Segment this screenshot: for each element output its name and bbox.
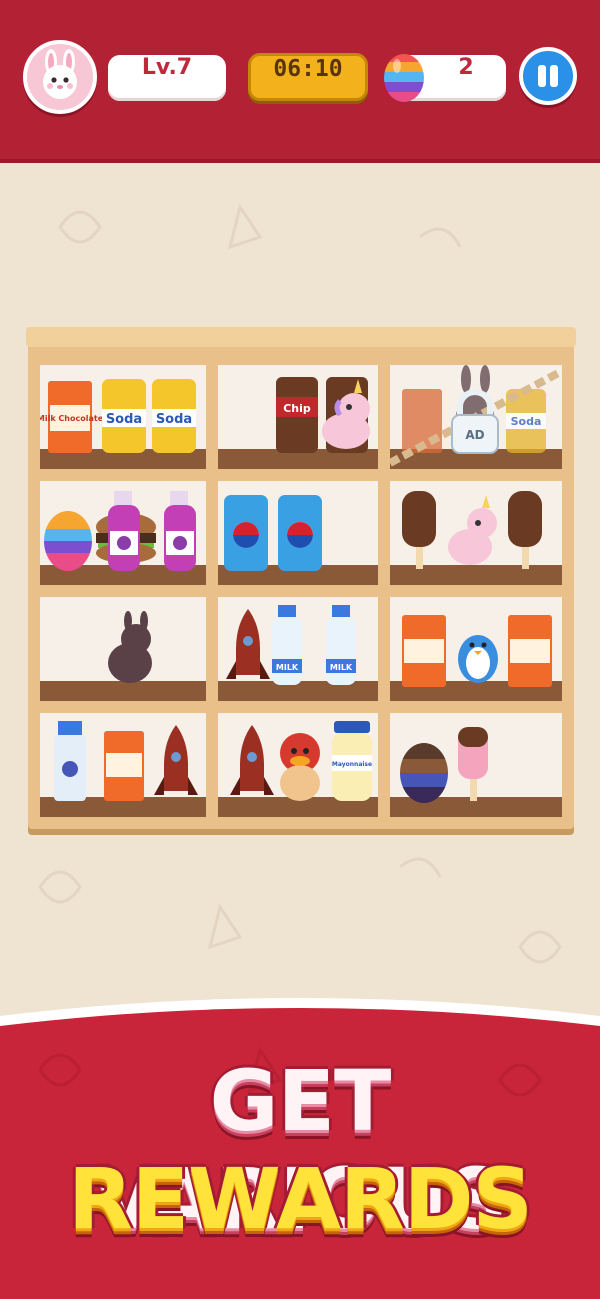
- svg-text:Soda: Soda: [511, 415, 542, 428]
- mayonnaise-jar[interactable]: Mayonnaise: [332, 721, 372, 801]
- shelf-cell-8[interactable]: MILK MILK: [218, 597, 378, 701]
- svg-text:Soda: Soda: [106, 412, 142, 427]
- pause-bar-icon: [538, 65, 546, 87]
- svg-text:MILK: MILK: [276, 663, 299, 672]
- shelf-cell-9[interactable]: [390, 597, 562, 701]
- chocolate-ice-cream[interactable]: [402, 491, 436, 569]
- soda-can[interactable]: Soda: [102, 379, 146, 453]
- shelf-cell-5[interactable]: [218, 481, 378, 585]
- rocket[interactable]: [230, 725, 274, 795]
- shelf-top-board: [26, 327, 576, 347]
- ice-cream[interactable]: [458, 727, 488, 801]
- grape-juice-bottle[interactable]: [164, 491, 196, 571]
- shelf-cell-6[interactable]: [390, 481, 562, 585]
- blueberry-milk[interactable]: [54, 721, 86, 801]
- bunny-toy[interactable]: [108, 611, 152, 683]
- chip-can[interactable]: Chip: [276, 377, 318, 453]
- rainbow-egg[interactable]: [40, 511, 100, 573]
- milk-chocolate-box[interactable]: [104, 731, 144, 801]
- shelf-cell-3-locked[interactable]: Soda AD: [390, 365, 562, 469]
- shelf-unit: Milk Chocolate Soda Soda Chip Soda AD MI…: [26, 327, 576, 829]
- milk-chocolate-box[interactable]: [508, 615, 552, 687]
- svg-text:Mayonnaise: Mayonnaise: [332, 761, 372, 768]
- timer-label: 06:10: [273, 56, 343, 82]
- cola-can[interactable]: [278, 495, 322, 571]
- chocolate-ice-cream[interactable]: [508, 491, 542, 569]
- top-hud-bar: Lv.7 06:10 2: [0, 0, 600, 163]
- svg-text:Chip: Chip: [283, 402, 311, 415]
- shelf-cell-1[interactable]: Milk Chocolate Soda Soda: [40, 365, 206, 469]
- grape-juice-bottle[interactable]: [108, 491, 140, 571]
- player-avatar[interactable]: [23, 40, 97, 114]
- shelf-cell-12[interactable]: [390, 713, 562, 817]
- dino-toy[interactable]: [280, 733, 320, 801]
- rocket[interactable]: [154, 725, 198, 795]
- milk-bottle[interactable]: MILK: [326, 605, 356, 685]
- cola-can[interactable]: [224, 495, 268, 571]
- bunny-avatar-icon: [43, 49, 77, 99]
- milk-bottle[interactable]: MILK: [272, 605, 302, 685]
- soda-can[interactable]: Soda: [152, 379, 196, 453]
- banner-title-line-2: REWARDS: [68, 1150, 533, 1248]
- chocolate-egg[interactable]: [390, 741, 460, 807]
- svg-text:MILK: MILK: [330, 663, 353, 672]
- level-indicator: Lv.7: [108, 55, 226, 101]
- shelf-cell-10[interactable]: [40, 713, 206, 817]
- countdown-timer: 06:10: [248, 53, 368, 101]
- shelf-cell-7[interactable]: [40, 597, 206, 701]
- shelf-cell-4[interactable]: [40, 481, 206, 585]
- unicorn-toy[interactable]: [448, 495, 497, 565]
- penguin-toy[interactable]: [458, 635, 498, 683]
- shelf-cell-11[interactable]: Mayonnaise: [218, 713, 378, 817]
- svg-text:Milk Chocolate: Milk Chocolate: [40, 414, 104, 423]
- shelf-cell-2[interactable]: Chip: [218, 365, 378, 469]
- pause-button[interactable]: [519, 47, 577, 105]
- pause-bar-icon: [550, 65, 558, 87]
- milk-chocolate-box[interactable]: [402, 615, 446, 687]
- level-label: Lv.7: [141, 55, 193, 80]
- rainbow-egg-icon: [384, 54, 424, 102]
- ad-lock-label: AD: [465, 428, 484, 442]
- milk-chocolate-box[interactable]: Milk Chocolate: [40, 381, 104, 453]
- svg-text:Soda: Soda: [156, 412, 192, 427]
- rocket[interactable]: [226, 609, 270, 679]
